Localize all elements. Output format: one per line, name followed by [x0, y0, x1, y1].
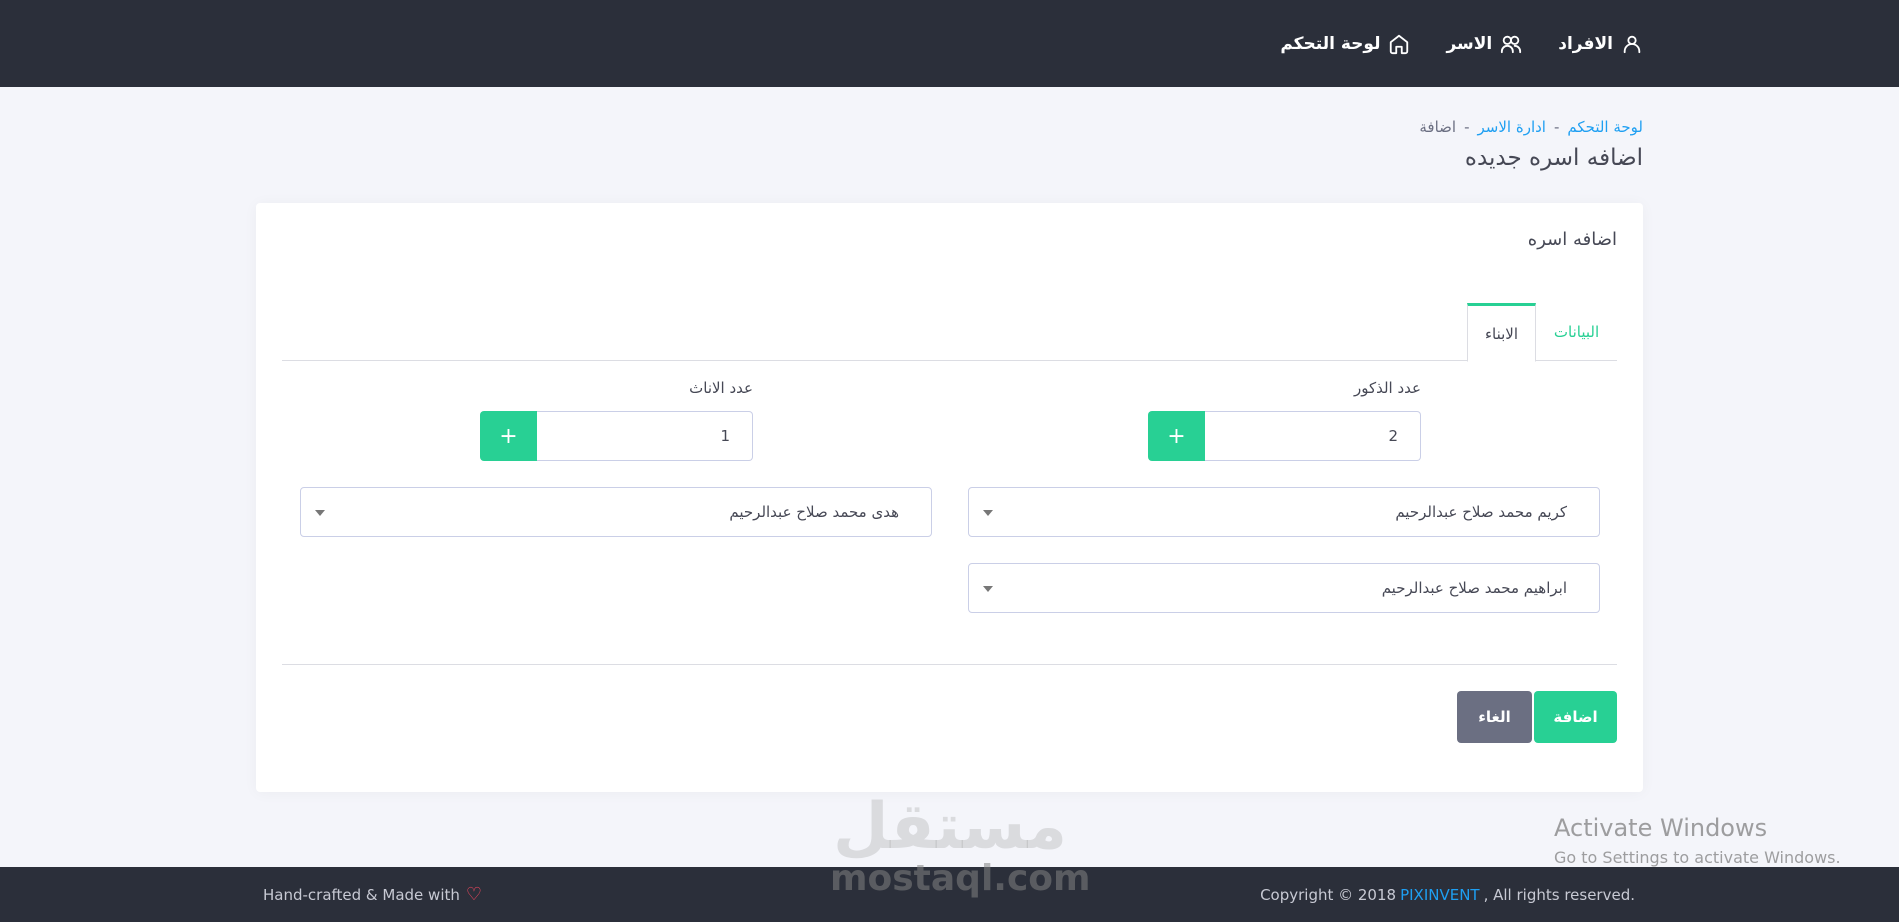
chevron-down-icon	[983, 510, 993, 516]
nav-item-families[interactable]: الاسر	[1446, 33, 1522, 55]
copyright-text: Copyright © 2018	[1260, 885, 1397, 904]
females-count-label: عدد الاناث	[689, 379, 753, 397]
user-icon	[1623, 35, 1641, 53]
breadcrumb-current: اضافة	[1419, 118, 1457, 136]
nav-menu: لوحة التحكم الاسر الافراد	[1280, 0, 1643, 87]
nav-item-dashboard[interactable]: لوحة التحكم	[1280, 33, 1410, 55]
tab-data[interactable]: البيانات	[1536, 303, 1617, 361]
home-icon	[1390, 34, 1409, 54]
male-select-2-value: ابراهيم محمد صلاح عبدالرحيم	[1381, 579, 1567, 597]
page-title: اضافه اسره جديده	[1464, 145, 1643, 171]
male-select-1-value: كريم محمد صلاح عبدالرحيم	[1395, 503, 1567, 521]
watermark-site: mostaql.com	[830, 858, 1091, 899]
males-count-label: عدد الذكور	[1353, 379, 1421, 397]
footer-credit-text: Hand-crafted & Made with	[263, 885, 460, 904]
breadcrumb: لوحة التحكم - ادارة الاسر - اضافة	[1419, 118, 1643, 136]
female-select-1[interactable]: هدى محمد صلاح عبدالرحيم	[300, 487, 932, 537]
chevron-down-icon	[983, 586, 993, 592]
add-button[interactable]: اضافة	[1534, 691, 1617, 743]
breadcrumb-separator: -	[1464, 118, 1470, 136]
nav-item-dashboard-label: لوحة التحكم	[1280, 33, 1381, 54]
females-counter: +	[480, 411, 753, 461]
add-male-button[interactable]: +	[1148, 411, 1205, 461]
brand-link[interactable]: PIXINVENT	[1400, 886, 1480, 904]
breadcrumb-dashboard-link[interactable]: لوحة التحكم	[1567, 118, 1643, 136]
male-select-1[interactable]: كريم محمد صلاح عبدالرحيم	[968, 487, 1600, 537]
footer-credit: Hand-crafted & Made with ♡	[263, 867, 482, 922]
rights-text: , All rights reserved.	[1483, 885, 1635, 904]
activate-subtitle: Go to Settings to activate Windows.	[1554, 848, 1841, 867]
heart-icon: ♡	[465, 884, 483, 905]
female-select-1-value: هدى محمد صلاح عبدالرحيم	[729, 503, 899, 521]
card-title: اضافه اسره	[1527, 229, 1617, 250]
footer-copyright: Copyright © 2018 PIXINVENT , All rights …	[1260, 867, 1635, 922]
breadcrumb-families-link[interactable]: ادارة الاسر	[1478, 118, 1546, 136]
activate-title: Activate Windows	[1554, 814, 1768, 842]
females-count-input[interactable]	[537, 411, 753, 461]
top-navbar: لوحة التحكم الاسر الافراد	[0, 0, 1899, 87]
add-family-card: اضافه اسره البيانات الابناء عدد الذكور +…	[256, 203, 1643, 792]
nav-item-families-label: الاسر	[1446, 33, 1493, 54]
nav-item-members-label: الافراد	[1558, 33, 1613, 54]
males-counter: +	[1148, 411, 1421, 461]
male-select-2[interactable]: ابراهيم محمد صلاح عبدالرحيم	[968, 563, 1600, 613]
tab-children[interactable]: الابناء	[1467, 303, 1536, 362]
cancel-button[interactable]: الغاء	[1457, 691, 1532, 743]
divider	[282, 664, 1617, 665]
nav-item-members[interactable]: الافراد	[1558, 33, 1643, 55]
add-female-button[interactable]: +	[480, 411, 537, 461]
tabs: البيانات الابناء	[282, 303, 1617, 362]
activate-windows-notice: Activate Windows Go to Settings to activ…	[1554, 814, 1841, 867]
breadcrumb-separator: -	[1553, 118, 1560, 136]
watermark-logo: مستقل	[832, 790, 1068, 864]
users-icon	[1501, 35, 1522, 53]
chevron-down-icon	[315, 510, 325, 516]
males-count-input[interactable]	[1205, 411, 1421, 461]
